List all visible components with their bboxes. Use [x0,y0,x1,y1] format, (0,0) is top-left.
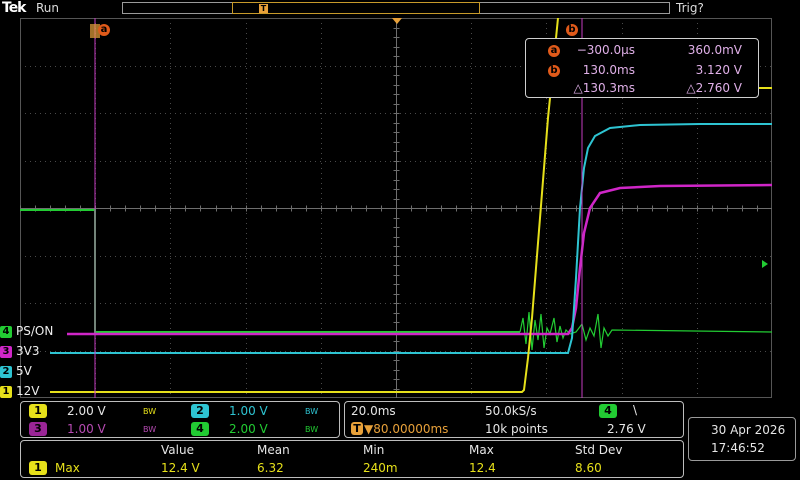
ch1-scale[interactable]: 2.00 V [67,404,106,418]
record-trigger-icon: T [259,4,268,13]
tek-logo: Tek [2,0,26,16]
cursor-a-marker-bg [90,24,100,38]
ch4-settings-chip[interactable]: 4 [191,422,209,436]
ch1-settings-chip[interactable]: 1 [29,404,47,418]
meas-value: 12.4 V [161,461,200,475]
record-length[interactable]: 10k points [485,422,548,436]
ch2-marker[interactable]: 2 [0,366,12,378]
ch3-marker[interactable]: 3 [0,346,12,358]
ch4-marker[interactable]: 4 [0,326,12,338]
channel-settings-panel[interactable]: 1 2.00 V BW 2 1.00 V BW 3 1.00 V BW 4 2.… [20,401,340,438]
time-display: 17:46:52 [711,441,765,455]
meas-min: 240m [363,461,398,475]
trigger-source-chip[interactable]: 4 [599,404,617,418]
ch3-scale[interactable]: 1.00 V [67,422,106,436]
status-bar: Tek Run T Trig? [0,0,800,18]
ch2-scale[interactable]: 1.00 V [229,404,268,418]
meas-header-mean: Mean [257,443,290,457]
measurement-panel[interactable]: Value Mean Min Max Std Dev 1 Max 12.4 V … [20,440,684,478]
meas-header-stddev: Std Dev [575,443,623,457]
record-view-window[interactable] [232,2,480,14]
sample-rate[interactable]: 50.0kS/s [485,404,537,418]
ch1-marker[interactable]: 1 [0,386,12,398]
date-display: 30 Apr 2026 [711,423,786,437]
trigger-slope-icon[interactable]: \ [633,403,637,417]
trigger-position-chip: T [351,422,363,435]
ch2-bw-limit-icon: BW [305,407,319,416]
meas-name[interactable]: Max [55,461,80,475]
datetime-panel: 30 Apr 2026 17:46:52 [688,417,796,461]
horizontal-scale[interactable]: 20.0ms [351,404,396,418]
ch2-settings-chip[interactable]: 2 [191,404,209,418]
trigger-level[interactable]: 2.76 V [607,422,646,436]
trigger-status: Trig? [676,1,704,15]
ch4-bw-limit-icon: BW [305,425,319,434]
meas-header-value: Value [161,443,194,457]
trigger-position[interactable]: ▼80.00000ms [364,422,448,436]
meas-source-chip[interactable]: 1 [29,461,47,475]
meas-mean: 6.32 [257,461,284,475]
acquisition-run-status[interactable]: Run [36,1,59,15]
timebase-trigger-panel[interactable]: 20.0ms 50.0kS/s T ▼80.00000ms 10k points… [344,401,684,438]
ch3-settings-chip[interactable]: 3 [29,422,47,436]
ch1-bw-limit-icon: BW [143,407,157,416]
meas-header-max: Max [469,443,494,457]
meas-header-min: Min [363,443,385,457]
waveform-display[interactable] [20,18,772,398]
ch4-scale[interactable]: 2.00 V [229,422,268,436]
meas-max: 12.4 [469,461,496,475]
meas-stddev: 8.60 [575,461,602,475]
ch3-bw-limit-icon: BW [143,425,157,434]
